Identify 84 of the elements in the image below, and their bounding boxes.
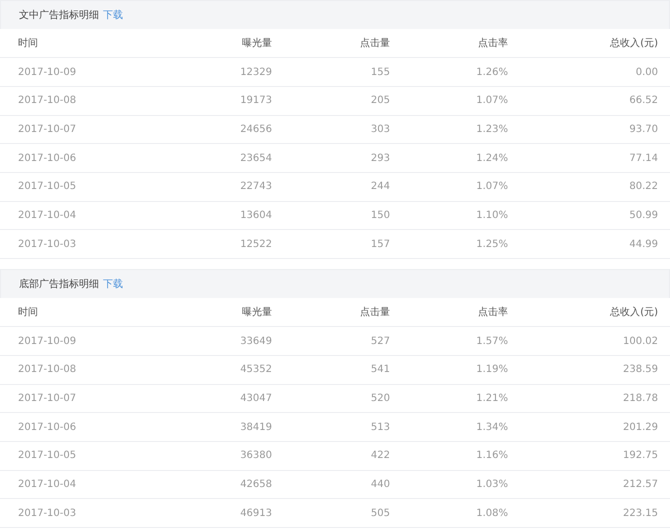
table-cell: 93.70 [520, 115, 670, 144]
table-cell: 2017-10-07 [0, 384, 160, 413]
column-header: 点击率 [402, 298, 520, 327]
table-cell: 303 [284, 115, 402, 144]
table-cell: 23654 [160, 144, 284, 172]
table-cell: 541 [284, 355, 402, 384]
column-header: 点击量 [284, 29, 402, 58]
table-cell: 150 [284, 201, 402, 230]
table-cell: 38419 [160, 412, 284, 442]
table-cell: 77.14 [520, 144, 670, 172]
table-cell: 2017-10-03 [0, 498, 160, 528]
table-cell: 80.22 [520, 172, 670, 202]
column-header: 时间 [0, 29, 160, 58]
table-cell: 2017-10-07 [0, 115, 160, 144]
table-cell: 22743 [160, 172, 284, 202]
table-cell: 1.23% [402, 115, 520, 144]
table-cell: 520 [284, 384, 402, 413]
table-cell: 100.02 [520, 326, 670, 356]
table-cell: 42658 [160, 470, 284, 499]
table-cell: 192.75 [520, 441, 670, 470]
table-cell: 2017-10-03 [0, 230, 160, 258]
table-cell: 24656 [160, 115, 284, 144]
column-header: 总收入(元) [520, 298, 670, 327]
table-cell: 212.57 [520, 470, 670, 499]
table-cell: 1.10% [402, 201, 520, 230]
table-cell: 2017-10-09 [0, 58, 160, 86]
table-cell: 45352 [160, 355, 284, 384]
column-header: 点击量 [284, 298, 402, 327]
table-cell: 2017-10-05 [0, 172, 160, 202]
table-cell: 46913 [160, 498, 284, 528]
table-cell: 1.16% [402, 441, 520, 470]
column-header: 点击率 [402, 29, 520, 58]
table-cell: 44.99 [520, 230, 670, 258]
table-cell: 50.99 [520, 201, 670, 230]
table-cell: 33649 [160, 326, 284, 356]
table-cell: 2017-10-08 [0, 86, 160, 116]
table-cell: 13604 [160, 201, 284, 230]
table-cell: 218.78 [520, 384, 670, 413]
table-cell: 293 [284, 144, 402, 172]
table-cell: 66.52 [520, 86, 670, 116]
table-cell: 19173 [160, 86, 284, 116]
column-header: 曝光量 [160, 29, 284, 58]
table-cell: 223.15 [520, 498, 670, 528]
table-cell: 2017-10-05 [0, 441, 160, 470]
table-cell: 0.00 [520, 58, 670, 86]
table-cell: 201.29 [520, 412, 670, 442]
table-cell: 36380 [160, 441, 284, 470]
table-cell: 527 [284, 326, 402, 356]
table-cell: 1.08% [402, 498, 520, 528]
table-cell: 1.24% [402, 144, 520, 172]
table-cell: 1.03% [402, 470, 520, 499]
table-cell: 440 [284, 470, 402, 499]
table-cell: 238.59 [520, 355, 670, 384]
column-header: 总收入(元) [520, 29, 670, 58]
section-title: 文中广告指标明细 [19, 8, 99, 22]
table-cell: 205 [284, 86, 402, 116]
table-cell: 244 [284, 172, 402, 202]
table-cell: 2017-10-06 [0, 412, 160, 442]
download-link[interactable]: 下载 [103, 276, 123, 292]
table-cell: 2017-10-04 [0, 470, 160, 499]
column-header: 曝光量 [160, 298, 284, 327]
table-cell: 2017-10-08 [0, 355, 160, 384]
table-cell: 1.57% [402, 326, 520, 356]
table-cell: 505 [284, 498, 402, 528]
table-cell: 2017-10-09 [0, 326, 160, 356]
section-title: 底部广告指标明细 [19, 278, 99, 292]
download-link[interactable]: 下载 [103, 8, 123, 22]
table-cell: 12329 [160, 58, 284, 86]
column-header: 时间 [0, 298, 160, 327]
table-cell: 155 [284, 58, 402, 86]
table-cell: 2017-10-04 [0, 201, 160, 230]
table-cell: 1.26% [402, 58, 520, 86]
table-cell: 513 [284, 412, 402, 442]
table-cell: 1.25% [402, 230, 520, 258]
table-cell: 1.19% [402, 355, 520, 384]
table-cell: 43047 [160, 384, 284, 413]
table-cell: 1.21% [402, 384, 520, 413]
table-cell: 157 [284, 230, 402, 258]
table-cell: 1.34% [402, 412, 520, 442]
table-cell: 1.07% [402, 86, 520, 116]
table-cell: 12522 [160, 230, 284, 258]
table-cell: 2017-10-06 [0, 144, 160, 172]
table-cell: 1.07% [402, 172, 520, 202]
table-cell: 422 [284, 441, 402, 470]
